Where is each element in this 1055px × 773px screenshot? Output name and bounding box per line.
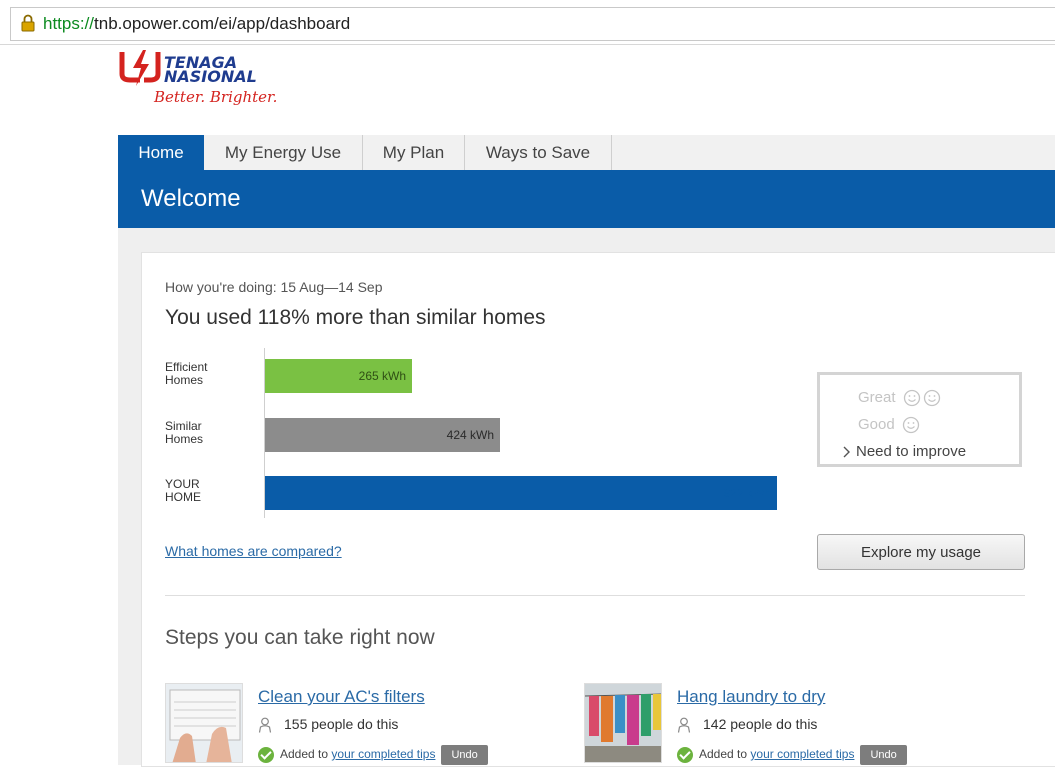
tnb-logo-mark-icon <box>119 50 161 86</box>
welcome-banner: Welcome <box>118 170 1055 228</box>
lock-icon <box>21 14 35 32</box>
tip-people-text: 155 people do this <box>284 716 399 732</box>
tab-my-energy-use[interactable]: My Energy Use <box>204 135 363 170</box>
bar-label-your-home-line2: HOME <box>165 490 201 504</box>
section-divider <box>165 595 1025 596</box>
bar-label-your-home: YOUR HOME <box>165 478 245 504</box>
url-scheme: https:// <box>43 14 95 33</box>
tip-added-status: Added to your completed tips Undo <box>258 745 488 765</box>
tip-title-link[interactable]: Clean your AC's filters <box>258 687 425 707</box>
bar-label-efficient-line2: Homes <box>165 373 204 387</box>
main-nav-tabs: Home My Energy Use My Plan Ways to Save <box>118 135 1055 170</box>
bar-value-your-home: 922 kWh <box>723 486 771 500</box>
tip-added-prefix: Added to <box>699 747 748 762</box>
bar-label-efficient: Efficient Homes <box>165 361 245 387</box>
usage-headline: You used 118% more than similar homes <box>165 306 546 329</box>
laundry-image-icon <box>585 684 661 762</box>
tip-title-link[interactable]: Hang laundry to dry <box>677 687 825 707</box>
page-title: Welcome <box>141 185 241 212</box>
bar-efficient-homes: 265 kWh <box>265 359 412 393</box>
page-canvas: Home My Energy Use My Plan Ways to Save … <box>118 135 1055 767</box>
compare-homes-link[interactable]: What homes are compared? <box>165 543 342 559</box>
person-icon <box>677 717 691 733</box>
url-path: tnb.opower.com/ei/app/dashboard <box>94 14 351 33</box>
summary-card: How you're doing: 15 Aug—14 Sep You used… <box>141 252 1055 767</box>
rating-good: Good <box>858 416 920 434</box>
undo-button[interactable]: Undo <box>441 745 488 765</box>
bar-your-home: 922 kWh <box>265 476 777 510</box>
tip-people-text: 142 people do this <box>703 716 818 732</box>
tip-people-count: 142 people do this <box>677 716 817 733</box>
tip-people-count: 155 people do this <box>258 716 398 733</box>
smiley-double-icon <box>903 389 940 407</box>
tip-card: Clean your AC's filters 155 people do th… <box>165 683 545 773</box>
url-field[interactable]: https://tnb.opower.com/ei/app/dashboard <box>10 7 1055 41</box>
tab-my-plan[interactable]: My Plan <box>363 135 465 170</box>
checkmark-icon <box>258 747 274 763</box>
chevron-right-icon <box>843 446 850 458</box>
tip-added-prefix: Added to <box>280 747 329 762</box>
checkmark-icon <box>677 747 693 763</box>
period-label: How you're doing: 15 Aug—14 Sep <box>165 279 383 295</box>
ac-filter-thumbnail <box>165 683 243 763</box>
bar-similar-homes: 424 kWh <box>265 418 500 452</box>
completed-tips-link[interactable]: your completed tips <box>750 747 854 761</box>
smiley-icon <box>902 416 920 434</box>
logo-tagline: Better. Brighter. <box>154 88 278 106</box>
logo-text-line2: NASIONAL <box>164 67 257 86</box>
explore-usage-button[interactable]: Explore my usage <box>817 534 1025 570</box>
bar-label-similar-line2: Homes <box>165 432 204 446</box>
person-icon <box>258 717 272 733</box>
url-text: https://tnb.opower.com/ei/app/dashboard <box>43 14 350 34</box>
bar-value-efficient: 265 kWh <box>358 369 406 383</box>
bar-value-similar: 424 kWh <box>446 428 494 442</box>
tip-card: Hang laundry to dry 142 people do this A… <box>584 683 964 773</box>
tip-added-status: Added to your completed tips Undo <box>677 745 907 765</box>
rating-box: Great Good Need to improve <box>817 372 1022 467</box>
laundry-thumbnail <box>584 683 662 763</box>
steps-heading: Steps you can take right now <box>165 626 435 649</box>
rating-great: Great <box>858 389 941 407</box>
rating-current: Need to improve <box>842 443 966 460</box>
bar-label-similar: Similar Homes <box>165 420 245 446</box>
tnb-logo[interactable]: TENAGA NASIONAL Better. Brighter. <box>118 44 288 116</box>
browser-address-bar: https://tnb.opower.com/ei/app/dashboard <box>0 0 1055 45</box>
rating-current-label: Need to improve <box>856 443 967 460</box>
undo-button[interactable]: Undo <box>860 745 907 765</box>
rating-great-label: Great <box>858 389 896 406</box>
rating-good-label: Good <box>858 416 895 433</box>
completed-tips-link[interactable]: your completed tips <box>331 747 435 761</box>
tab-ways-to-save[interactable]: Ways to Save <box>465 135 612 170</box>
ac-unit-image-icon <box>166 684 242 762</box>
tab-home[interactable]: Home <box>118 135 204 170</box>
